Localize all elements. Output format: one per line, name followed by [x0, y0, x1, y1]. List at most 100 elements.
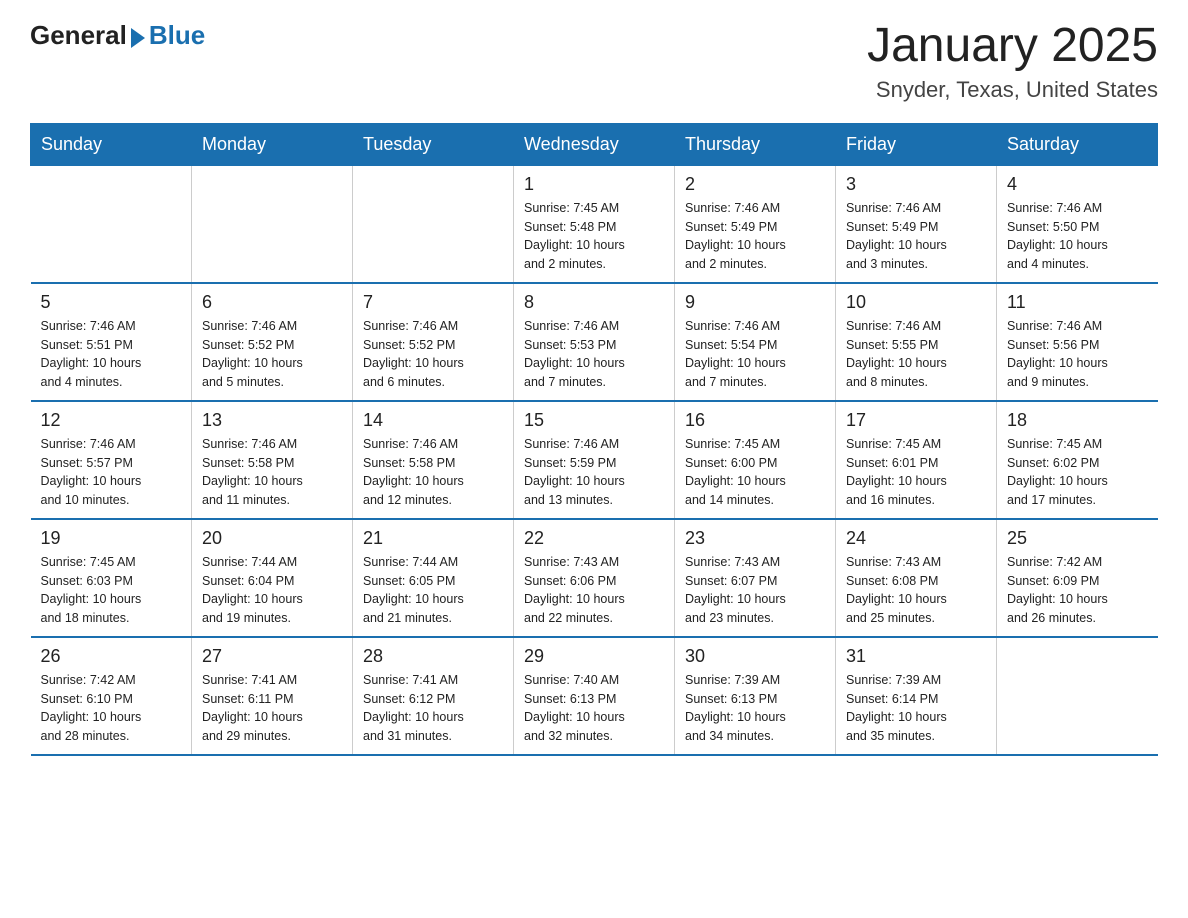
day-number: 29 — [524, 646, 664, 667]
day-info: Sunrise: 7:39 AM Sunset: 6:13 PM Dayligh… — [685, 671, 825, 746]
calendar-cell: 27 Sunrise: 7:41 AM Sunset: 6:11 PM Dayli… — [192, 637, 353, 755]
day-info: Sunrise: 7:41 AM Sunset: 6:11 PM Dayligh… — [202, 671, 342, 746]
calendar-cell: 23 Sunrise: 7:43 AM Sunset: 6:07 PM Dayli… — [675, 519, 836, 637]
calendar-cell: 24Sunrise: 7:43 AM Sunset: 6:08 PM Dayli… — [836, 519, 997, 637]
day-info: Sunrise: 7:40 AM Sunset: 6:13 PM Dayligh… — [524, 671, 664, 746]
day-number: 27 — [202, 646, 342, 667]
logo-arrow-icon — [131, 28, 145, 48]
calendar-cell: 29 Sunrise: 7:40 AM Sunset: 6:13 PM Dayli… — [514, 637, 675, 755]
day-info: Sunrise: 7:46 AM Sunset: 5:58 PM Dayligh… — [363, 435, 503, 510]
calendar-cell — [997, 637, 1158, 755]
calendar-cell: 1Sunrise: 7:45 AM Sunset: 5:48 PM Daylig… — [514, 165, 675, 283]
calendar-week-row: 19 Sunrise: 7:45 AM Sunset: 6:03 PM Dayli… — [31, 519, 1158, 637]
day-info: Sunrise: 7:46 AM Sunset: 5:49 PM Dayligh… — [846, 199, 986, 274]
calendar-cell: 15 Sunrise: 7:46 AM Sunset: 5:59 PM Dayli… — [514, 401, 675, 519]
page-header: General Blue January 2025 Snyder, Texas,… — [30, 20, 1158, 103]
day-info: Sunrise: 7:45 AM Sunset: 6:00 PM Dayligh… — [685, 435, 825, 510]
day-info: Sunrise: 7:46 AM Sunset: 5:51 PM Dayligh… — [41, 317, 182, 392]
calendar-cell: 7 Sunrise: 7:46 AM Sunset: 5:52 PM Daylig… — [353, 283, 514, 401]
day-info: Sunrise: 7:46 AM Sunset: 5:50 PM Dayligh… — [1007, 199, 1148, 274]
column-header-friday: Friday — [836, 123, 997, 165]
day-number: 10 — [846, 292, 986, 313]
day-info: Sunrise: 7:46 AM Sunset: 5:49 PM Dayligh… — [685, 199, 825, 274]
day-info: Sunrise: 7:45 AM Sunset: 6:03 PM Dayligh… — [41, 553, 182, 628]
calendar-cell: 31 Sunrise: 7:39 AM Sunset: 6:14 PM Dayli… — [836, 637, 997, 755]
logo-blue-text: Blue — [149, 20, 205, 51]
day-number: 14 — [363, 410, 503, 431]
day-info: Sunrise: 7:46 AM Sunset: 5:52 PM Dayligh… — [202, 317, 342, 392]
column-header-thursday: Thursday — [675, 123, 836, 165]
calendar-cell: 3 Sunrise: 7:46 AM Sunset: 5:49 PM Daylig… — [836, 165, 997, 283]
day-number: 11 — [1007, 292, 1148, 313]
day-number: 20 — [202, 528, 342, 549]
calendar-cell: 14 Sunrise: 7:46 AM Sunset: 5:58 PM Dayli… — [353, 401, 514, 519]
column-header-saturday: Saturday — [997, 123, 1158, 165]
column-header-monday: Monday — [192, 123, 353, 165]
calendar-cell: 28Sunrise: 7:41 AM Sunset: 6:12 PM Dayli… — [353, 637, 514, 755]
day-info: Sunrise: 7:44 AM Sunset: 6:04 PM Dayligh… — [202, 553, 342, 628]
day-number: 26 — [41, 646, 182, 667]
day-number: 13 — [202, 410, 342, 431]
calendar-cell: 12Sunrise: 7:46 AM Sunset: 5:57 PM Dayli… — [31, 401, 192, 519]
calendar-cell: 25Sunrise: 7:42 AM Sunset: 6:09 PM Dayli… — [997, 519, 1158, 637]
day-info: Sunrise: 7:45 AM Sunset: 6:01 PM Dayligh… — [846, 435, 986, 510]
calendar-cell: 22Sunrise: 7:43 AM Sunset: 6:06 PM Dayli… — [514, 519, 675, 637]
calendar-cell: 16 Sunrise: 7:45 AM Sunset: 6:00 PM Dayli… — [675, 401, 836, 519]
calendar-cell: 18 Sunrise: 7:45 AM Sunset: 6:02 PM Dayli… — [997, 401, 1158, 519]
day-number: 4 — [1007, 174, 1148, 195]
day-number: 21 — [363, 528, 503, 549]
day-info: Sunrise: 7:42 AM Sunset: 6:09 PM Dayligh… — [1007, 553, 1148, 628]
day-number: 12 — [41, 410, 182, 431]
day-info: Sunrise: 7:46 AM Sunset: 5:55 PM Dayligh… — [846, 317, 986, 392]
day-number: 18 — [1007, 410, 1148, 431]
day-info: Sunrise: 7:41 AM Sunset: 6:12 PM Dayligh… — [363, 671, 503, 746]
day-info: Sunrise: 7:45 AM Sunset: 6:02 PM Dayligh… — [1007, 435, 1148, 510]
calendar-week-row: 5 Sunrise: 7:46 AM Sunset: 5:51 PM Daylig… — [31, 283, 1158, 401]
calendar-subtitle: Snyder, Texas, United States — [867, 77, 1158, 103]
calendar-cell: 17 Sunrise: 7:45 AM Sunset: 6:01 PM Dayli… — [836, 401, 997, 519]
day-number: 19 — [41, 528, 182, 549]
day-info: Sunrise: 7:46 AM Sunset: 5:59 PM Dayligh… — [524, 435, 664, 510]
day-number: 15 — [524, 410, 664, 431]
day-info: Sunrise: 7:46 AM Sunset: 5:53 PM Dayligh… — [524, 317, 664, 392]
column-header-tuesday: Tuesday — [353, 123, 514, 165]
calendar-cell: 19 Sunrise: 7:45 AM Sunset: 6:03 PM Dayli… — [31, 519, 192, 637]
calendar-cell: 10 Sunrise: 7:46 AM Sunset: 5:55 PM Dayli… — [836, 283, 997, 401]
column-header-wednesday: Wednesday — [514, 123, 675, 165]
day-number: 17 — [846, 410, 986, 431]
day-info: Sunrise: 7:46 AM Sunset: 5:52 PM Dayligh… — [363, 317, 503, 392]
calendar-cell: 6 Sunrise: 7:46 AM Sunset: 5:52 PM Daylig… — [192, 283, 353, 401]
calendar-cell: 30 Sunrise: 7:39 AM Sunset: 6:13 PM Dayli… — [675, 637, 836, 755]
calendar-header-row: SundayMondayTuesdayWednesdayThursdayFrid… — [31, 123, 1158, 165]
day-info: Sunrise: 7:43 AM Sunset: 6:08 PM Dayligh… — [846, 553, 986, 628]
calendar-title: January 2025 — [867, 20, 1158, 73]
logo-general-text: General — [30, 20, 127, 51]
calendar-cell: 9Sunrise: 7:46 AM Sunset: 5:54 PM Daylig… — [675, 283, 836, 401]
day-info: Sunrise: 7:39 AM Sunset: 6:14 PM Dayligh… — [846, 671, 986, 746]
day-number: 16 — [685, 410, 825, 431]
day-number: 8 — [524, 292, 664, 313]
day-number: 2 — [685, 174, 825, 195]
title-section: January 2025 Snyder, Texas, United State… — [867, 20, 1158, 103]
calendar-cell: 8 Sunrise: 7:46 AM Sunset: 5:53 PM Daylig… — [514, 283, 675, 401]
day-number: 30 — [685, 646, 825, 667]
day-number: 7 — [363, 292, 503, 313]
calendar-cell — [192, 165, 353, 283]
calendar-table: SundayMondayTuesdayWednesdayThursdayFrid… — [30, 123, 1158, 756]
calendar-cell — [31, 165, 192, 283]
day-info: Sunrise: 7:45 AM Sunset: 5:48 PM Dayligh… — [524, 199, 664, 274]
day-number: 9 — [685, 292, 825, 313]
day-info: Sunrise: 7:42 AM Sunset: 6:10 PM Dayligh… — [41, 671, 182, 746]
day-number: 5 — [41, 292, 182, 313]
day-number: 31 — [846, 646, 986, 667]
calendar-week-row: 1Sunrise: 7:45 AM Sunset: 5:48 PM Daylig… — [31, 165, 1158, 283]
day-number: 3 — [846, 174, 986, 195]
day-number: 6 — [202, 292, 342, 313]
day-info: Sunrise: 7:43 AM Sunset: 6:06 PM Dayligh… — [524, 553, 664, 628]
day-number: 23 — [685, 528, 825, 549]
logo: General Blue — [30, 20, 205, 51]
day-info: Sunrise: 7:43 AM Sunset: 6:07 PM Dayligh… — [685, 553, 825, 628]
calendar-week-row: 12Sunrise: 7:46 AM Sunset: 5:57 PM Dayli… — [31, 401, 1158, 519]
calendar-cell: 11Sunrise: 7:46 AM Sunset: 5:56 PM Dayli… — [997, 283, 1158, 401]
day-info: Sunrise: 7:46 AM Sunset: 5:58 PM Dayligh… — [202, 435, 342, 510]
